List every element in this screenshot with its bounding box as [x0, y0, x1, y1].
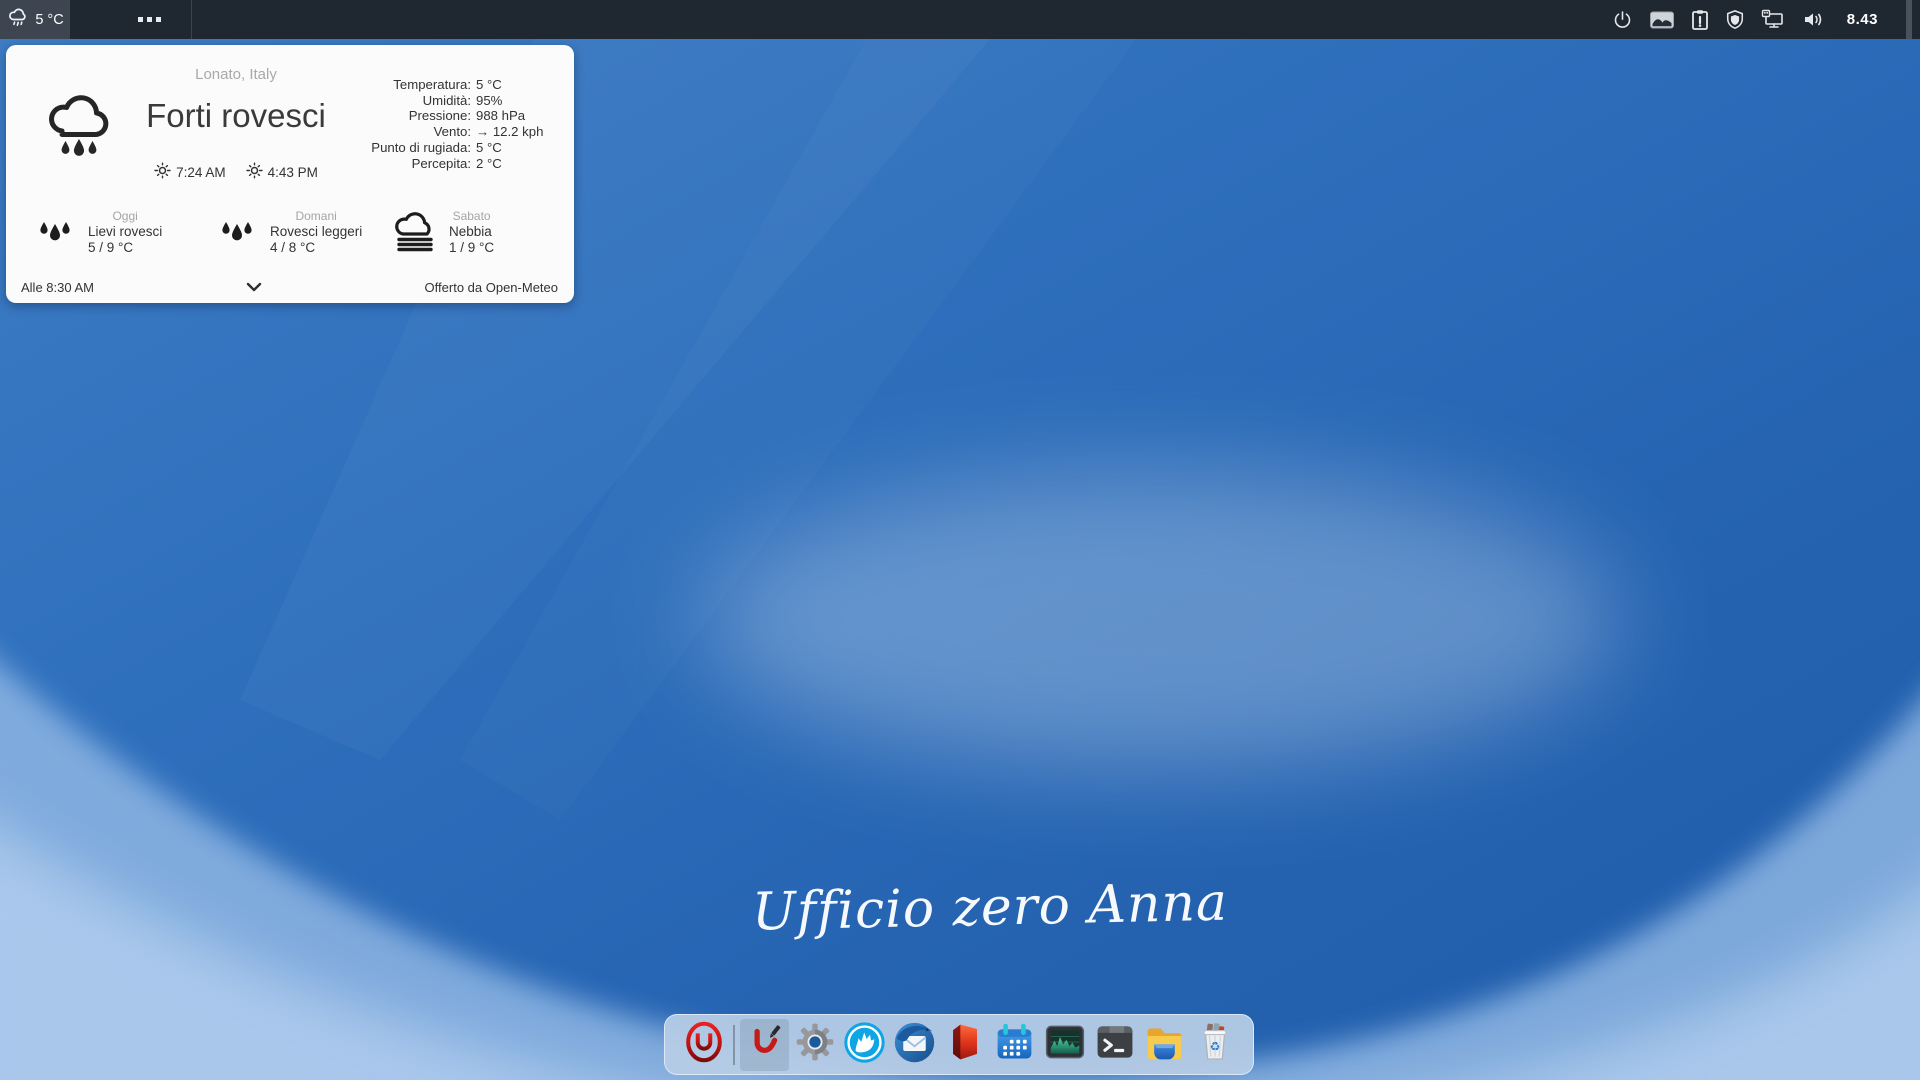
- dock-item-office[interactable]: [940, 1019, 989, 1071]
- calendar-icon: [992, 1020, 1037, 1070]
- trash-icon: ♻: [1193, 1020, 1237, 1069]
- dock-item-calendar[interactable]: [990, 1019, 1039, 1071]
- sunrise-time: 7:24 AM: [176, 165, 226, 180]
- office-icon: [943, 1020, 987, 1069]
- forecast-tomorrow: Domani Rovesci leggeri 4 / 8 °C: [214, 209, 362, 260]
- forecast-condition: Lievi rovesci: [88, 224, 162, 240]
- detail-label: Temperatura:: [316, 77, 471, 93]
- sunset-icon: [246, 162, 263, 182]
- dock-item-trash[interactable]: ♻: [1190, 1019, 1239, 1071]
- panel-clock[interactable]: 8.43: [1847, 11, 1878, 28]
- detail-label: Percepita:: [316, 156, 471, 172]
- fog-icon: [391, 209, 439, 260]
- dock-item-menu-ufficiozero[interactable]: [679, 1019, 728, 1071]
- librewolf-icon: [842, 1020, 887, 1070]
- wired-network-icon[interactable]: [1761, 0, 1785, 39]
- sunset-time: 4:43 PM: [268, 165, 318, 180]
- top-panel: 5 °C: [0, 0, 1920, 39]
- terminal-icon: [1093, 1020, 1137, 1069]
- dock-item-file-manager[interactable]: [1140, 1019, 1189, 1071]
- panel-weather-temp: 5 °C: [35, 12, 63, 28]
- dock-item-browser-librewolf[interactable]: [840, 1019, 889, 1071]
- system-monitor-icon: [1043, 1020, 1087, 1069]
- detail-value: 5 °C: [476, 140, 502, 156]
- forecast-condition: Nebbia: [449, 224, 494, 240]
- chevron-down-icon[interactable]: [244, 278, 264, 296]
- dock-separator: [729, 1019, 739, 1071]
- forecast-temps: 5 / 9 °C: [88, 240, 162, 256]
- detail-label: Pressione:: [316, 108, 471, 124]
- detail-label: Umidità:: [316, 93, 471, 109]
- wallpaper-icon[interactable]: [1649, 0, 1675, 39]
- weather-popup: Lonato, Italy Forti rovesci 7:24 AM 4:43…: [6, 45, 574, 303]
- sunrise-icon: [154, 162, 171, 182]
- svg-text:♻: ♻: [1209, 1040, 1220, 1054]
- forecast-temps: 4 / 8 °C: [270, 240, 362, 256]
- ellipsis-icon[interactable]: [128, 0, 170, 39]
- weather-details: Temperatura: 5 °C Umidità: 95% Pressione: 9…: [316, 77, 560, 171]
- forecast-day: Oggi: [88, 209, 162, 224]
- detail-value: 95%: [476, 93, 502, 109]
- ufficiozero-welcome-icon: [744, 1021, 786, 1068]
- rain-cloud-icon: [6, 5, 30, 34]
- detail-label: Punto di rugiada:: [316, 140, 471, 156]
- thunderbird-icon: [892, 1020, 937, 1070]
- ufficiozero-logo-icon: [681, 1019, 727, 1070]
- dock: ♻: [664, 1014, 1254, 1075]
- forecast-saturday: Sabato Nebbia 1 / 9 °C: [391, 209, 494, 260]
- panel-weather-chip[interactable]: 5 °C: [0, 0, 70, 39]
- rain-drops-icon: [214, 209, 260, 260]
- detail-value: → 12.2 kph: [476, 124, 543, 140]
- dock-item-system-monitor[interactable]: [1040, 1019, 1089, 1071]
- dock-item-settings[interactable]: [790, 1019, 839, 1071]
- power-icon[interactable]: [1612, 0, 1633, 39]
- detail-label: Vento:: [316, 124, 471, 140]
- forecast-condition: Rovesci leggeri: [270, 224, 362, 240]
- volume-icon[interactable]: [1801, 0, 1825, 39]
- dock-item-terminal[interactable]: [1090, 1019, 1139, 1071]
- forecast-day: Sabato: [449, 209, 494, 224]
- wallpaper-signature: Ufficio zero Anna: [751, 873, 1192, 942]
- forecast-day: Domani: [270, 209, 362, 224]
- detail-value: 2 °C: [476, 156, 502, 172]
- weather-attribution-link[interactable]: Offerto da Open-Meteo: [425, 280, 558, 295]
- file-manager-icon: [1142, 1020, 1187, 1070]
- detail-value: 5 °C: [476, 77, 502, 93]
- detail-value: 988 hPa: [476, 108, 525, 124]
- dock-item-welcome[interactable]: [740, 1019, 789, 1071]
- panel-separator: [191, 0, 192, 39]
- rain-drops-icon: [32, 209, 78, 260]
- weather-updated-label: Alle 8:30 AM: [21, 280, 94, 295]
- show-desktop-button[interactable]: [1906, 0, 1912, 39]
- shield-icon[interactable]: [1725, 0, 1745, 39]
- system-tray: 8.43: [1612, 0, 1920, 39]
- clipboard-alert-icon[interactable]: [1691, 0, 1709, 39]
- forecast-today: Oggi Lievi rovesci 5 / 9 °C: [32, 209, 162, 260]
- forecast-temps: 1 / 9 °C: [449, 240, 494, 256]
- dock-item-mail-thunderbird[interactable]: [890, 1019, 939, 1071]
- gear-icon: [793, 1020, 837, 1069]
